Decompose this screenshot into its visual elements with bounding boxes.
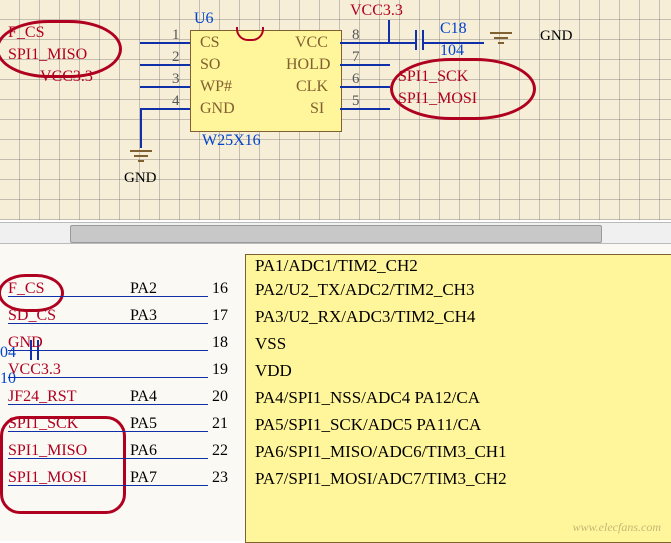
pin-name-clk: CLK xyxy=(296,78,328,96)
wire xyxy=(140,108,190,110)
pin-number: 19 xyxy=(212,361,228,379)
net-label[interactable]: SD_CS xyxy=(8,307,56,325)
horizontal-scrollbar[interactable] xyxy=(0,222,671,244)
pin-name-vcc: VCC xyxy=(295,34,328,52)
pin-function: PA6/SPI1_MISO/ADC6/TIM3_CH1 xyxy=(255,442,507,462)
schematic-canvas[interactable]: U6 W25X16 CS SO WP# GND VCC HOLD CLK SI … xyxy=(0,0,671,220)
net-f-cs[interactable]: F_CS xyxy=(8,24,44,42)
pin-function: PA4/SPI1_NSS/ADC4 PA12/CA xyxy=(255,388,480,408)
pin-function: PA2/U2_TX/ADC2/TIM2_CH3 xyxy=(255,280,474,300)
pin-name-wp: WP# xyxy=(200,78,232,96)
designator-u6: U6 xyxy=(194,10,214,28)
wire xyxy=(140,64,190,66)
cap-value: 104 xyxy=(440,42,464,60)
wire xyxy=(140,42,190,44)
net-label[interactable]: F_CS xyxy=(8,280,44,298)
net-spi1-mosi[interactable]: SPI1_MOSI xyxy=(398,90,477,108)
port-label: PA4 xyxy=(130,388,157,406)
pin-name-so: SO xyxy=(200,56,220,74)
pin-number: 23 xyxy=(212,469,228,487)
pin-number: 18 xyxy=(212,334,228,352)
wire xyxy=(395,42,417,44)
wire xyxy=(388,20,390,44)
net-spi1-miso[interactable]: SPI1_MISO xyxy=(8,46,87,64)
wire xyxy=(340,64,390,66)
pin-name-si: SI xyxy=(310,100,324,118)
gnd-label-bottom: GND xyxy=(124,170,157,187)
port-label: PA5 xyxy=(130,415,157,433)
wire xyxy=(340,86,390,88)
wire xyxy=(340,42,400,44)
wire xyxy=(340,108,390,110)
net-label[interactable]: JF24_RST xyxy=(8,388,76,406)
watermark: www.elecfans.com xyxy=(573,520,661,535)
net-vcc33-top[interactable]: VCC3.3 xyxy=(350,2,403,20)
net-spi1-sck[interactable]: SPI1_SCK xyxy=(398,68,468,86)
wire xyxy=(140,108,142,148)
pin-name-hold: HOLD xyxy=(286,56,330,74)
mcu-sheet[interactable]: PA1/ADC1/TIM2_CH2 04 10 F_CSPA216PA2/U2_… xyxy=(0,244,671,541)
pin-name-gnd: GND xyxy=(200,100,235,118)
part-w25x16: W25X16 xyxy=(202,132,261,150)
scroll-thumb[interactable] xyxy=(70,225,602,243)
port-label: PA7 xyxy=(130,469,157,487)
pin-number: 17 xyxy=(212,307,228,325)
mcu-func-top: PA1/ADC1/TIM2_CH2 xyxy=(255,256,418,276)
pin-function: VSS xyxy=(255,334,286,354)
gnd-label-right: GND xyxy=(540,28,573,45)
pin-function: PA7/SPI1_MOSI/ADC7/TIM3_CH2 xyxy=(255,469,507,489)
cap-designator: C18 xyxy=(440,20,467,38)
port-label: PA2 xyxy=(130,280,157,298)
port-label: PA6 xyxy=(130,442,157,460)
pin-function: PA5/SPI1_SCK/ADC5 PA11/CA xyxy=(255,415,481,435)
net-label[interactable]: SPI1_MOSI xyxy=(8,469,87,487)
pin-function: PA3/U2_RX/ADC3/TIM2_CH4 xyxy=(255,307,475,327)
wire xyxy=(140,86,190,88)
net-label[interactable]: GND xyxy=(8,334,43,352)
pin-number: 20 xyxy=(212,388,228,406)
pin-number: 16 xyxy=(212,280,228,298)
pin-number: 21 xyxy=(212,415,228,433)
port-label: PA3 xyxy=(130,307,157,325)
net-label[interactable]: SPI1_SCK xyxy=(8,415,78,433)
pin-number: 22 xyxy=(212,442,228,460)
net-label[interactable]: SPI1_MISO xyxy=(8,442,87,460)
net-vcc33-left[interactable]: VCC3.3 xyxy=(40,68,93,86)
pin-name-cs: CS xyxy=(200,34,220,52)
pin-function: VDD xyxy=(255,361,292,381)
net-label[interactable]: VCC3.3 xyxy=(8,361,61,379)
